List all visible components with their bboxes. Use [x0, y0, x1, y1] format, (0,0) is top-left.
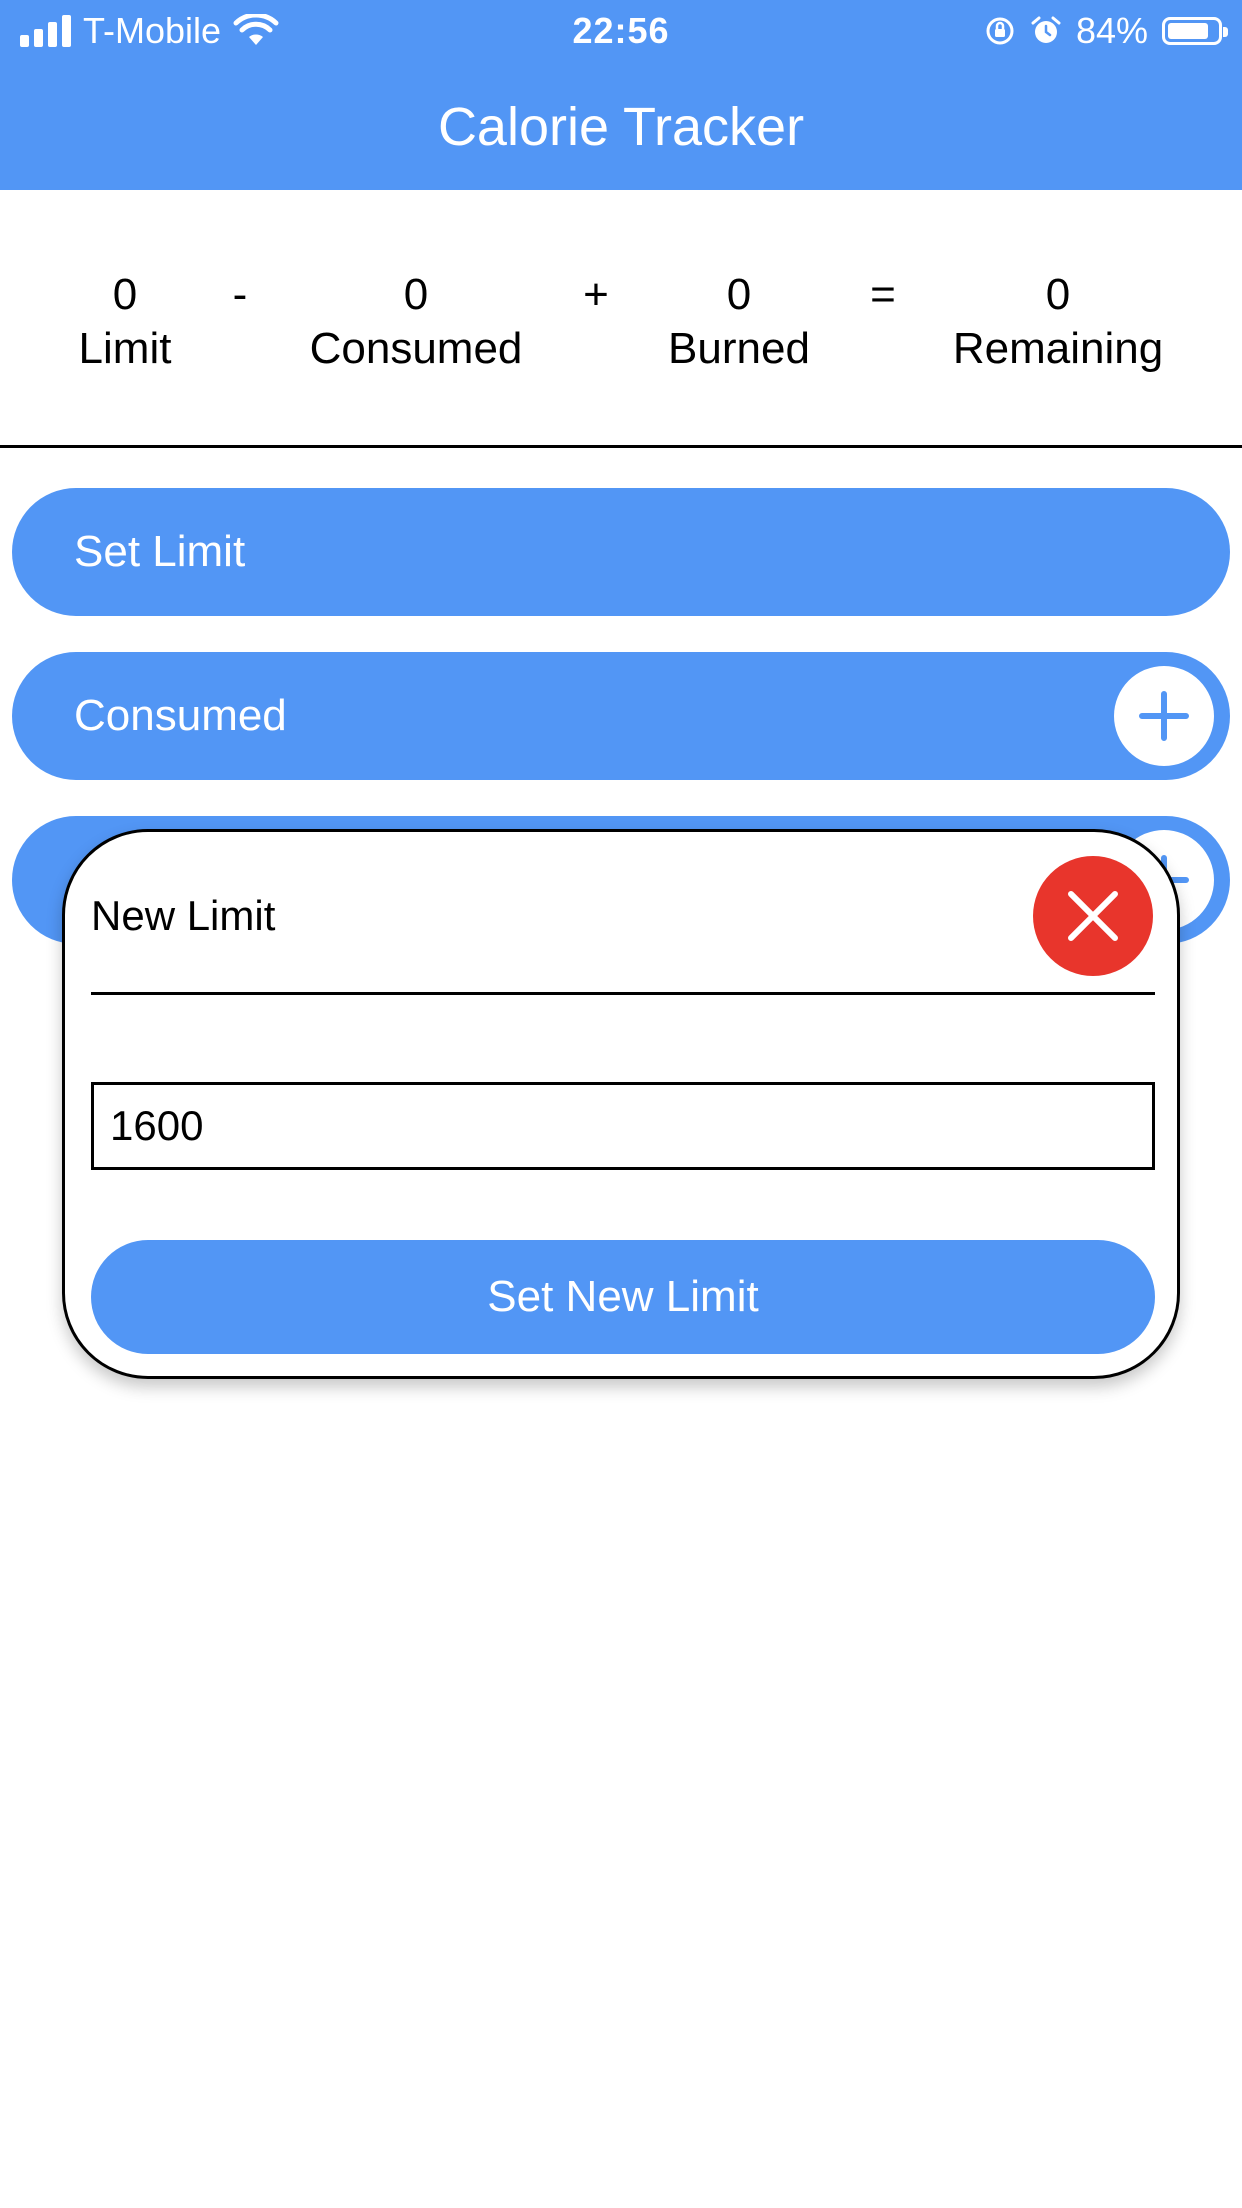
calorie-summary: 0 Limit - 0 Consumed + 0 Burned = 0 Rema…: [0, 190, 1242, 448]
remaining-label: Remaining: [952, 324, 1164, 373]
limit-value: 0: [112, 270, 138, 319]
consumed-value: 0: [403, 270, 429, 319]
summary-remaining: 0 Remaining: [953, 268, 1163, 376]
set-limit-label: Set Limit: [74, 527, 246, 576]
summary-burned: 0 Burned: [668, 268, 810, 376]
consumed-label: Consumed: [309, 324, 523, 373]
remaining-value: 0: [1045, 270, 1071, 319]
add-consumed-button[interactable]: [1114, 666, 1214, 766]
summary-limit: 0 Limit: [79, 268, 172, 376]
orientation-lock-icon: [986, 17, 1014, 45]
status-bar: T-Mobile 22:56 84%: [0, 0, 1242, 62]
equals-operator: =: [870, 270, 896, 319]
alarm-icon: [1031, 16, 1061, 43]
minus-operator: -: [232, 270, 248, 319]
battery-level: [1168, 23, 1209, 39]
dialog-title: New Limit: [91, 892, 276, 939]
plus-icon: [1139, 691, 1189, 741]
page-title: Calorie Tracker: [437, 97, 805, 157]
summary-consumed: 0 Consumed: [310, 268, 523, 376]
close-button[interactable]: [1033, 856, 1153, 976]
consumed-row: Consumed: [12, 652, 1230, 780]
consumed-row-label: Consumed: [74, 691, 287, 740]
dialog-divider: [91, 992, 1155, 995]
battery-percent: 84%: [1075, 10, 1148, 51]
plus-operator: +: [583, 270, 609, 319]
limit-input[interactable]: [91, 1082, 1155, 1170]
app-header: T-Mobile 22:56 84% Calorie Tracker: [0, 0, 1242, 190]
limit-label: Limit: [78, 324, 172, 373]
close-icon: [1068, 891, 1118, 941]
set-limit-button[interactable]: Set Limit: [12, 488, 1230, 616]
burned-label: Burned: [668, 324, 810, 373]
status-right: 84%: [984, 10, 1228, 52]
set-new-limit-button[interactable]: Set New Limit: [91, 1240, 1155, 1354]
new-limit-dialog: New Limit Set New Limit: [62, 829, 1180, 1379]
set-new-limit-label: Set New Limit: [487, 1272, 759, 1321]
burned-value: 0: [726, 270, 752, 319]
battery-icon: [1162, 17, 1228, 45]
